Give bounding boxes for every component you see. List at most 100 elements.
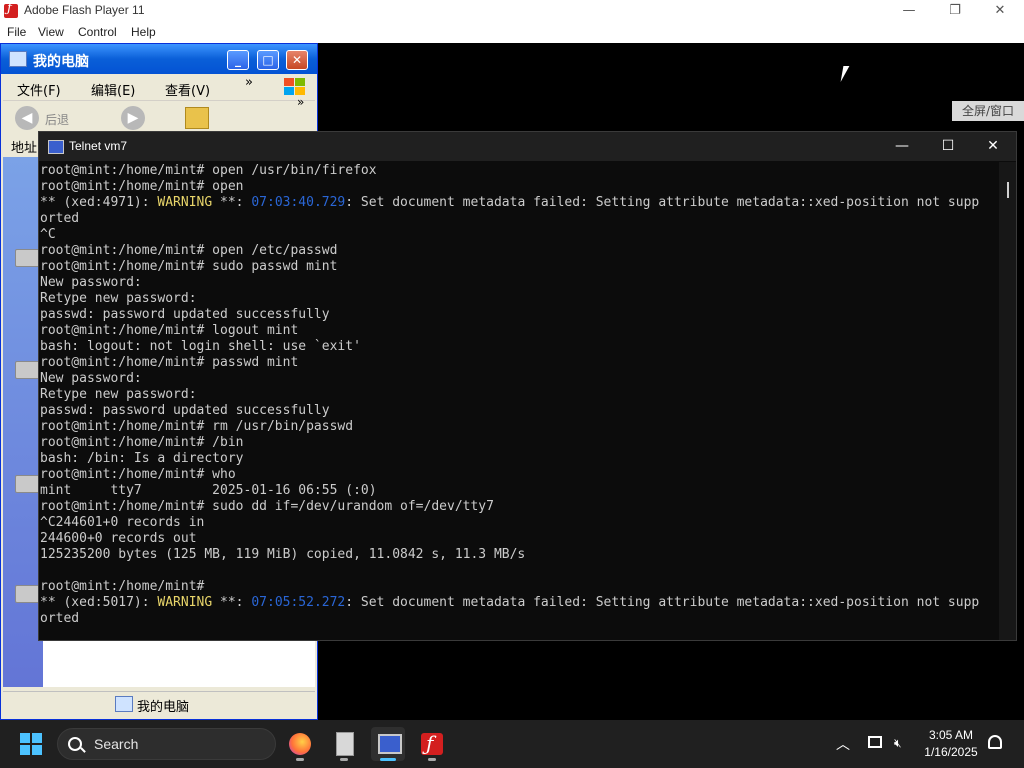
clock-time[interactable]: 3:05 AM: [920, 728, 982, 742]
terminal-text: 125235200 bytes (125 MB, 119 MiB) copied…: [40, 547, 526, 562]
terminal-text: 244600+0 records out: [40, 531, 197, 546]
terminal-text: 07:03:40.729: [251, 195, 346, 210]
app-active-indicator: [380, 758, 396, 761]
terminal-text: Retype new password:: [40, 387, 197, 402]
app-running-indicator: [296, 758, 304, 761]
menu-help[interactable]: Help: [131, 25, 156, 39]
terminal-line: New password:: [40, 275, 1000, 291]
flash-titlebar: Adobe Flash Player 11 — ❐ ✕: [0, 0, 1024, 23]
terminal-line: orted: [40, 211, 1000, 227]
terminal-text: Retype new password:: [40, 291, 197, 306]
status-label: 我的电脑: [137, 700, 190, 715]
computer-icon: [9, 51, 27, 67]
terminal-text: root@mint:/home/mint# sudo dd if=/dev/ur…: [40, 499, 494, 514]
notification-bell-icon[interactable]: [988, 735, 1002, 749]
scrollbar-thumb[interactable]: [1007, 182, 1009, 198]
terminal-line: root@mint:/home/mint# open /usr/bin/fire…: [40, 163, 1000, 179]
terminal-text: ** (xed:5017):: [40, 595, 158, 610]
terminal-output[interactable]: root@mint:/home/mint# open /usr/bin/fire…: [40, 163, 1000, 639]
terminal-line: root@mint:/home/mint# open: [40, 179, 1000, 195]
terminal-line: New password:: [40, 371, 1000, 387]
clock-date[interactable]: 1/16/2025: [920, 745, 982, 759]
terminal-text: root@mint:/home/mint# sudo passwd mint: [40, 259, 338, 274]
terminal-text: root@mint:/home/mint# /bin: [40, 435, 244, 450]
terminal-text: root@mint:/home/mint# open /usr/bin/fire…: [40, 163, 377, 178]
menu-file[interactable]: File: [7, 25, 26, 39]
back-arrow-icon[interactable]: ◀: [15, 106, 39, 130]
terminal-text: New password:: [40, 371, 142, 386]
terminal-text: root@mint:/home/mint# rm /usr/bin/passwd: [40, 419, 354, 434]
explorer-menu-edit[interactable]: 编辑(E): [91, 80, 135, 99]
terminal-line: root@mint:/home/mint# open /etc/passwd: [40, 243, 1000, 259]
terminal-text: orted: [40, 211, 80, 226]
taskbar-app-document[interactable]: [327, 727, 361, 761]
terminal-text: root@mint:/home/mint# open: [40, 179, 244, 194]
windows-start-icon[interactable]: [20, 733, 42, 755]
toolbar-more[interactable]: »: [297, 95, 304, 109]
telnet-title: Telnet vm7: [69, 139, 128, 153]
terminal-text: orted: [40, 611, 80, 626]
tray-chevron-up-icon[interactable]: ︿: [836, 734, 850, 754]
explorer-close-button[interactable]: ✕: [286, 50, 308, 70]
terminal-text: root@mint:/home/mint# passwd mint: [40, 355, 299, 370]
terminal-line: root@mint:/home/mint# passwd mint: [40, 355, 1000, 371]
terminal-line: passwd: password updated successfully: [40, 403, 1000, 419]
terminal-text: root@mint:/home/mint# who: [40, 467, 236, 482]
terminal-text: **:: [212, 195, 252, 210]
taskbar-search[interactable]: Search: [57, 728, 276, 760]
flash-minimize-button[interactable]: —: [886, 1, 932, 21]
taskbar-app-telnet[interactable]: [371, 727, 405, 761]
volume-muted-icon[interactable]: 🔇︎: [894, 736, 908, 750]
forward-arrow-icon[interactable]: ▶: [121, 106, 145, 130]
telnet-minimize-button[interactable]: —: [879, 132, 925, 161]
telnet-window: Telnet vm7 — ☐ ✕ root@mint:/home/mint# o…: [38, 131, 1017, 641]
telnet-close-button[interactable]: ✕: [970, 132, 1016, 161]
terminal-text: passwd: password updated successfully: [40, 403, 330, 418]
terminal-line: mint tty7 2025-01-16 06:55 (:0): [40, 483, 1000, 499]
menu-view[interactable]: View: [38, 25, 64, 39]
computer-icon: [115, 696, 133, 712]
terminal-line: ** (xed:4971): WARNING **: 07:03:40.729:…: [40, 195, 1000, 211]
menu-control[interactable]: Control: [78, 25, 117, 39]
terminal-line: root@mint:/home/mint# who: [40, 467, 1000, 483]
terminal-line: Retype new password:: [40, 291, 1000, 307]
fullscreen-toggle-button[interactable]: 全屏/窗口: [952, 101, 1024, 121]
flash-close-button[interactable]: ✕: [977, 1, 1023, 21]
telnet-titlebar: Telnet vm7 — ☐ ✕: [39, 132, 1016, 161]
explorer-menu-file[interactable]: 文件(F): [17, 80, 61, 99]
terminal-text: **:: [212, 595, 252, 610]
terminal-line: ** (xed:5017): WARNING **: 07:05:52.272:…: [40, 595, 1000, 611]
explorer-menu-more[interactable]: »: [245, 75, 253, 90]
terminal-line: ^C244601+0 records in: [40, 515, 1000, 531]
terminal-text: New password:: [40, 275, 142, 290]
terminal-line: bash: /bin: Is a directory: [40, 451, 1000, 467]
address-label: 地址: [11, 141, 38, 156]
terminal-text: mint tty7 2025-01-16 06:55 (:0): [40, 483, 377, 498]
terminal-line: root@mint:/home/mint# /bin: [40, 435, 1000, 451]
terminal-scrollbar[interactable]: [999, 162, 1016, 640]
telnet-maximize-button[interactable]: ☐: [925, 132, 971, 161]
taskbar-app-firefox[interactable]: [283, 727, 317, 761]
terminal-text: root@mint:/home/mint#: [40, 579, 205, 594]
explorer-titlebar: 我的电脑 _ □ ✕: [1, 44, 317, 74]
flash-restore-button[interactable]: ❐: [932, 1, 978, 21]
explorer-menubar: 文件(F) 编辑(E) 查看(V) »: [3, 75, 315, 101]
explorer-toolbar: ◀ 后退 ▶ »: [3, 95, 315, 133]
taskbar-app-flash[interactable]: [415, 727, 449, 761]
back-label[interactable]: 后退: [45, 111, 69, 128]
terminal-line: root@mint:/home/mint# rm /usr/bin/passwd: [40, 419, 1000, 435]
network-icon[interactable]: [868, 736, 882, 748]
terminal-line: root@mint:/home/mint# sudo dd if=/dev/ur…: [40, 499, 1000, 515]
folder-up-icon[interactable]: [185, 107, 209, 129]
app-running-indicator: [340, 758, 348, 761]
terminal-line: ^C: [40, 227, 1000, 243]
terminal-line: Retype new password:: [40, 387, 1000, 403]
explorer-minimize-button[interactable]: _: [227, 50, 249, 70]
explorer-maximize-button[interactable]: □: [257, 50, 279, 70]
explorer-menu-view[interactable]: 查看(V): [165, 80, 210, 99]
search-icon: [68, 737, 82, 751]
terminal-line: root@mint:/home/mint# sudo passwd mint: [40, 259, 1000, 275]
flash-window-title: Adobe Flash Player 11: [24, 3, 145, 17]
